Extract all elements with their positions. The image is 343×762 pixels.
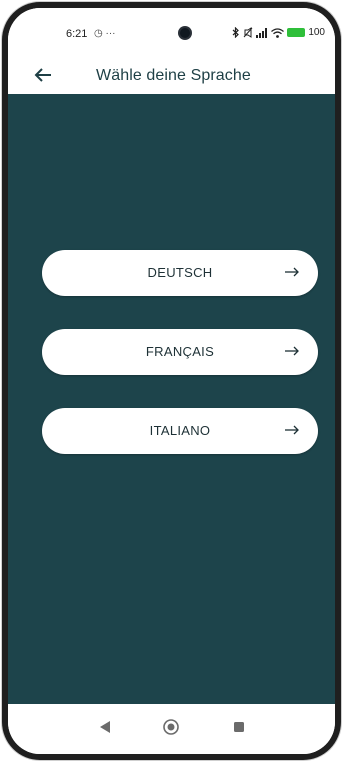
language-button-italiano[interactable]: ITALIANO [42,408,318,454]
language-button-francais[interactable]: FRANÇAIS [42,329,318,375]
battery-icon [287,28,306,37]
bluetooth-icon [232,27,240,38]
arrow-left-icon[interactable] [30,62,56,88]
square-recents-icon[interactable] [230,718,248,736]
triangle-back-icon[interactable] [96,718,114,736]
status-bar: 6:21 ◷ ··· 100 [8,8,335,56]
mute-icon [243,27,253,38]
signal-icon [256,27,268,38]
status-icons: 100 [232,27,325,38]
circle-home-icon[interactable] [162,718,180,736]
arrow-right-icon [285,425,299,435]
status-notification-icons: ◷ ··· [94,28,116,39]
language-list: DEUTSCH FRANÇAIS ITALIANO [8,94,335,704]
wifi-icon [271,27,285,38]
language-label: FRANÇAIS [145,344,215,359]
front-camera [180,28,190,38]
app-bar: Wähle deine Sprache [8,56,335,94]
arrow-right-icon [285,267,299,277]
screen: 6:21 ◷ ··· 100 Wähle deine Sprache DEUTS… [8,8,335,754]
system-nav-bar [8,704,335,754]
phone-frame: 6:21 ◷ ··· 100 Wähle deine Sprache DEUTS… [2,2,341,760]
language-button-deutsch[interactable]: DEUTSCH [42,250,318,296]
language-label: DEUTSCH [147,265,213,280]
arrow-right-icon [285,346,299,356]
page-title: Wähle deine Sprache [96,67,251,84]
status-time: 6:21 [66,28,88,40]
battery-percentage: 100 [308,27,325,38]
language-label: ITALIANO [149,423,211,438]
